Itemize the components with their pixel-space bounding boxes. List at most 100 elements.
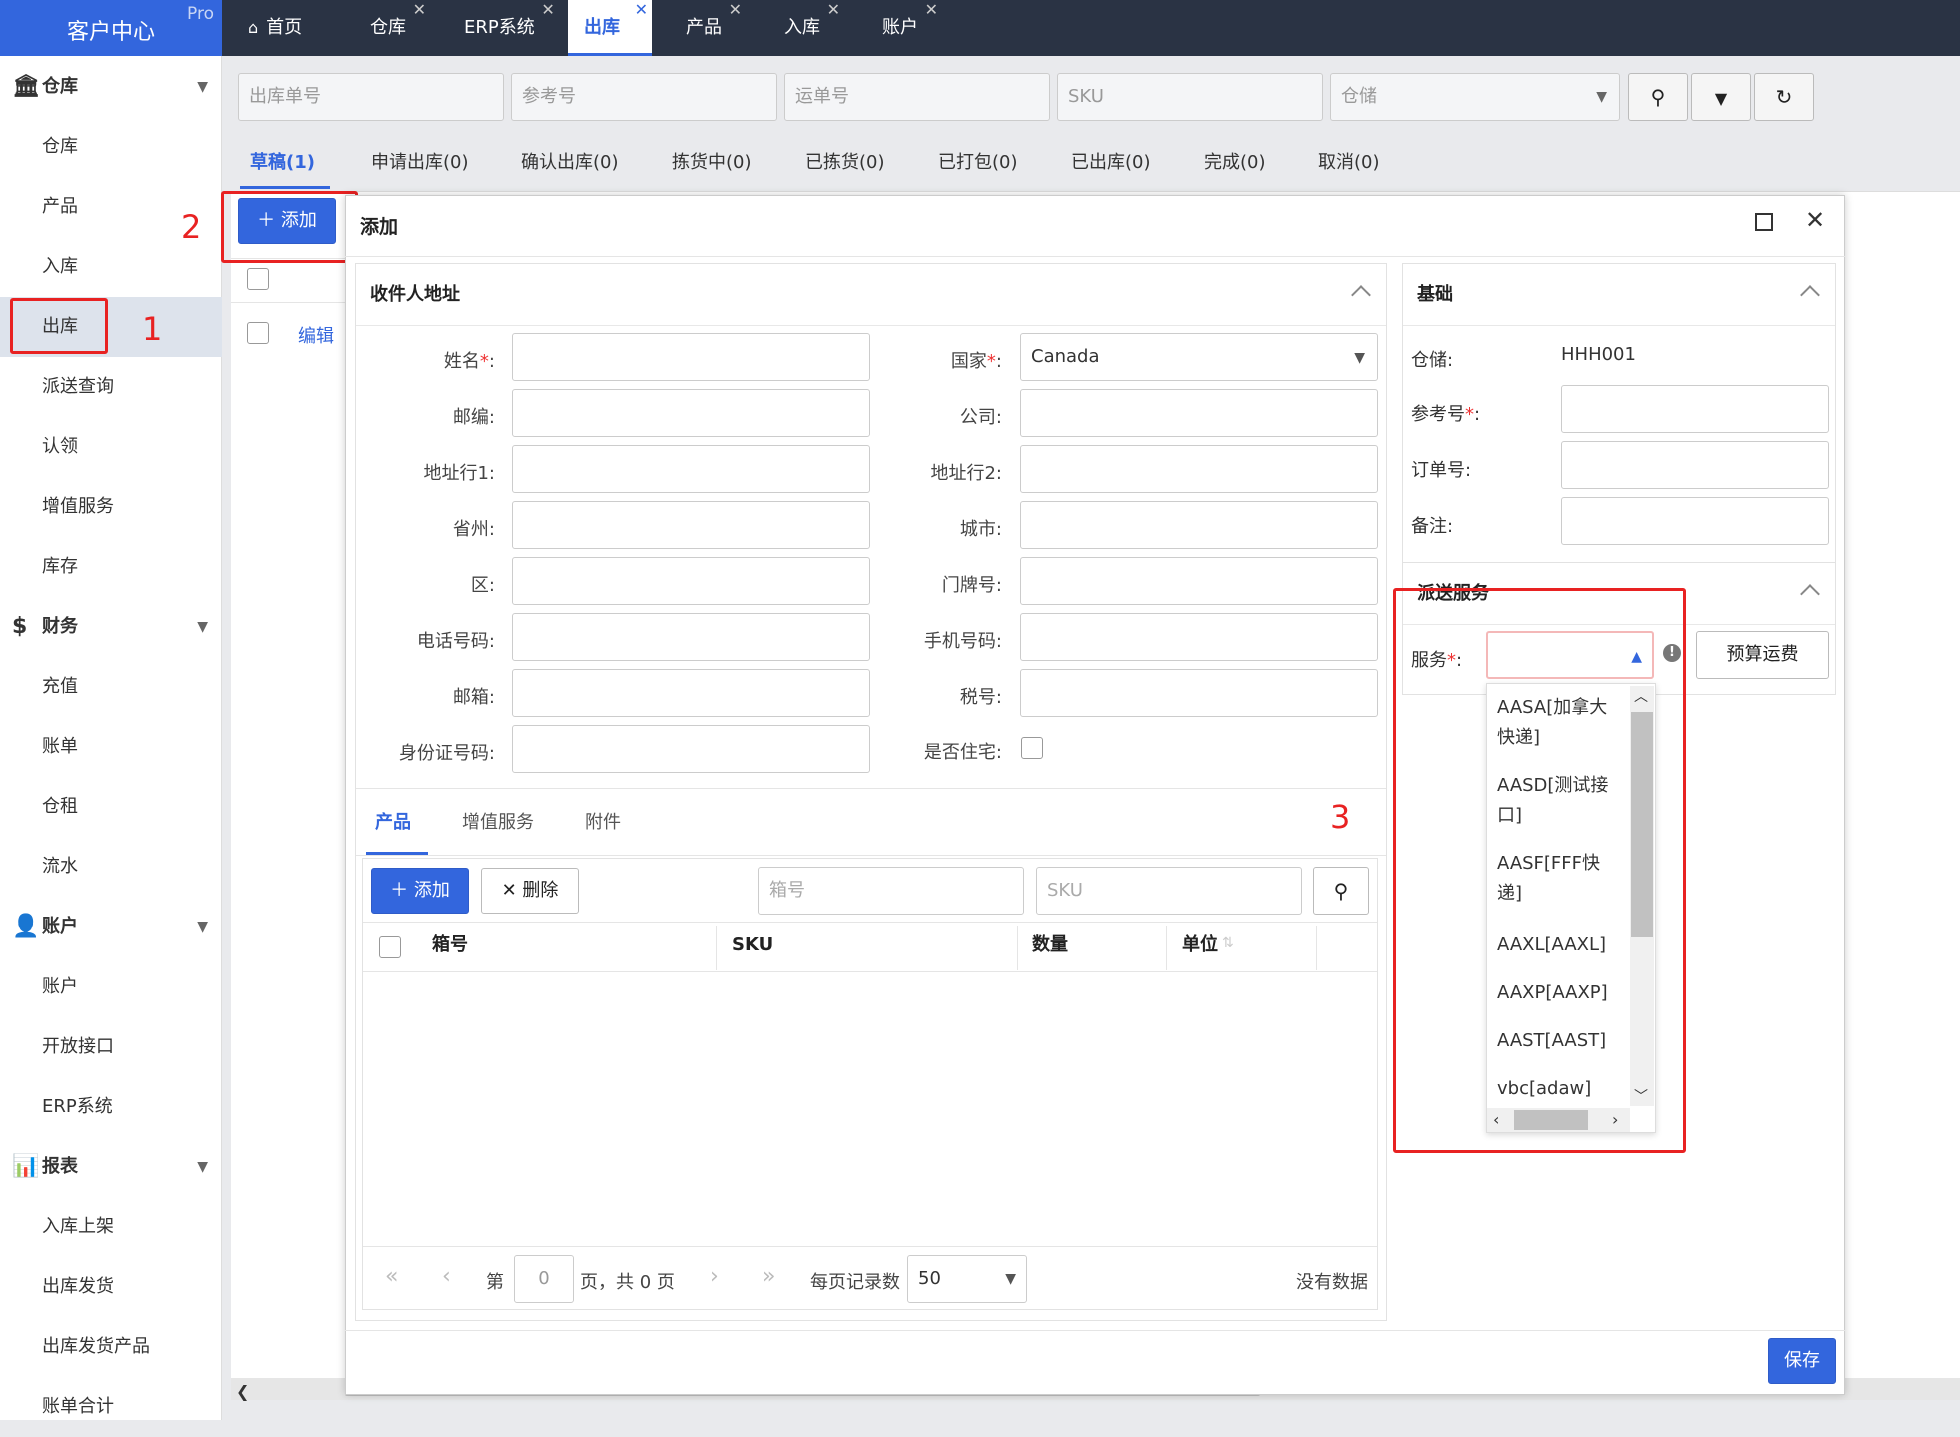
tab-products[interactable]: 产品 <box>375 808 411 834</box>
maximize-icon[interactable] <box>1755 213 1773 231</box>
close-icon[interactable]: ✕ <box>541 0 554 38</box>
field-input[interactable] <box>512 445 870 493</box>
search-button[interactable]: ⚲ <box>1628 73 1688 121</box>
warehouse-select[interactable]: 仓储 ▼ <box>1330 73 1620 121</box>
tab-attachments[interactable]: 附件 <box>585 808 621 834</box>
page-number-input[interactable]: 0 <box>514 1255 574 1303</box>
field-input[interactable]: Canada ▼ <box>1020 333 1378 381</box>
tab-product[interactable]: 产品 ✕ <box>670 0 742 56</box>
sidebar-item-11[interactable]: 账单 <box>0 717 222 777</box>
tab-inbound[interactable]: 入库 ✕ <box>768 0 840 56</box>
refresh-button[interactable]: ↻ <box>1754 73 1814 121</box>
outbound-no-input[interactable]: 出库单号 <box>238 73 504 121</box>
status-tab-1[interactable]: 申请出库(0) <box>371 148 469 174</box>
field-input[interactable] <box>512 389 870 437</box>
tab-erp[interactable]: ERP系统 ✕ <box>448 0 555 56</box>
product-search-button[interactable]: ⚲ <box>1313 867 1369 915</box>
sidebar-group-14[interactable]: 👤 账户 ▼ <box>0 897 222 957</box>
sidebar-item-15[interactable]: 账户 <box>0 957 222 1017</box>
field-input[interactable] <box>1020 389 1378 437</box>
prev-page-icon[interactable]: ‹ <box>442 1264 451 1289</box>
close-icon[interactable]: ✕ <box>635 0 648 38</box>
field-input[interactable] <box>1020 669 1378 717</box>
tab-outbound[interactable]: 出库 ✕ <box>568 0 652 56</box>
field-input[interactable] <box>512 725 870 773</box>
field-input[interactable] <box>512 501 870 549</box>
field-input[interactable] <box>1020 613 1378 661</box>
status-tab-7[interactable]: 完成(0) <box>1204 148 1266 174</box>
product-delete-button[interactable]: ✕ 删除 <box>481 868 579 914</box>
sidebar-item-8[interactable]: 库存 <box>0 537 222 597</box>
sidebar-item-1[interactable]: 仓库 <box>0 117 222 177</box>
close-icon[interactable]: ✕ <box>729 0 742 38</box>
waybill-no-input[interactable]: 运单号 <box>784 73 1050 121</box>
next-page-icon[interactable]: › <box>710 1264 719 1289</box>
remark-input[interactable] <box>1561 497 1829 545</box>
sidebar-item-6[interactable]: 认领 <box>0 417 222 477</box>
sidebar-item-16[interactable]: 开放接口 <box>0 1017 222 1077</box>
status-tab-2[interactable]: 确认出库(0) <box>521 148 619 174</box>
field-input[interactable] <box>1020 501 1378 549</box>
order-input[interactable] <box>1561 441 1829 489</box>
sidebar-item-21[interactable]: 出库发货产品 <box>0 1317 222 1377</box>
per-page-select[interactable]: 50 ▼ <box>907 1255 1027 1303</box>
close-icon[interactable]: ✕ <box>925 0 938 38</box>
status-tab-5[interactable]: 已打包(0) <box>938 148 1018 174</box>
close-icon[interactable]: ✕ <box>827 0 840 38</box>
box-no-input[interactable]: 箱号 <box>758 867 1024 915</box>
field-input[interactable] <box>1020 557 1378 605</box>
field-input[interactable] <box>512 669 870 717</box>
sort-icon[interactable]: ⇅ <box>1222 935 1234 951</box>
sidebar-item-10[interactable]: 充值 <box>0 657 222 717</box>
estimate-freight-button[interactable]: 预算运费 <box>1696 631 1829 679</box>
close-icon[interactable]: ✕ <box>1805 206 1825 234</box>
status-tab-6[interactable]: 已出库(0) <box>1071 148 1151 174</box>
row-checkbox[interactable] <box>247 322 269 344</box>
table-select-all-checkbox[interactable] <box>379 936 401 958</box>
status-tab-8[interactable]: 取消(0) <box>1318 148 1380 174</box>
field-input[interactable] <box>512 613 870 661</box>
sidebar-item-19[interactable]: 入库上架 <box>0 1197 222 1257</box>
product-sku-input[interactable]: SKU <box>1036 867 1302 915</box>
reference-input[interactable] <box>1561 385 1829 433</box>
tab-value-added[interactable]: 增值服务 <box>462 808 534 834</box>
first-page-icon[interactable]: « <box>385 1264 398 1289</box>
last-page-icon[interactable]: » <box>762 1264 775 1289</box>
sidebar-item-20[interactable]: 出库发货 <box>0 1257 222 1317</box>
col-sku[interactable]: SKU <box>732 920 773 970</box>
col-qty[interactable]: 数量 <box>1032 920 1068 970</box>
tab-account[interactable]: 账户 ✕ <box>866 0 938 56</box>
tab-home[interactable]: ⌂ 首页 <box>232 0 318 56</box>
reference-no-input[interactable]: 参考号 <box>511 73 777 121</box>
field-input[interactable] <box>1020 445 1378 493</box>
status-tab-3[interactable]: 拣货中(0) <box>672 148 752 174</box>
sidebar-item-17[interactable]: ERP系统 <box>0 1077 222 1137</box>
field-input[interactable] <box>512 557 870 605</box>
app-logo[interactable]: 客户中心 Pro <box>0 0 222 56</box>
sidebar-item-22[interactable]: 账单合计 <box>0 1377 222 1437</box>
status-tab-4[interactable]: 已拣货(0) <box>805 148 885 174</box>
filter-button[interactable]: ▼ <box>1691 73 1751 121</box>
residential-checkbox[interactable] <box>1021 737 1043 759</box>
sku-input[interactable]: SKU <box>1057 73 1323 121</box>
tab-warehouse[interactable]: 仓库 ✕ <box>354 0 426 56</box>
select-all-checkbox[interactable] <box>247 268 269 290</box>
status-tab-0[interactable]: 草稿(1) <box>250 148 315 174</box>
sidebar-item-7[interactable]: 增值服务 <box>0 477 222 537</box>
sidebar-group-18[interactable]: 📊 报表 ▼ <box>0 1137 222 1197</box>
product-add-button[interactable]: ＋ 添加 <box>371 868 469 914</box>
col-divider <box>716 926 717 970</box>
edit-link[interactable]: 编辑 <box>298 322 334 348</box>
scroll-left-icon[interactable]: ❮ <box>236 1382 249 1401</box>
sidebar-group-0[interactable]: 🏛 仓库 ▼ <box>0 57 222 117</box>
sidebar-item-3[interactable]: 入库 <box>0 237 222 297</box>
field-input[interactable] <box>512 333 870 381</box>
col-unit[interactable]: 单位 <box>1182 920 1218 970</box>
sidebar-item-13[interactable]: 流水 <box>0 837 222 897</box>
col-box-no[interactable]: 箱号 <box>432 920 468 970</box>
sidebar-group-9[interactable]: $ 财务 ▼ <box>0 597 222 657</box>
sidebar-item-12[interactable]: 仓租 <box>0 777 222 837</box>
sidebar-item-5[interactable]: 派送查询 <box>0 357 222 417</box>
close-icon[interactable]: ✕ <box>413 0 426 38</box>
save-button[interactable]: 保存 <box>1768 1338 1836 1384</box>
